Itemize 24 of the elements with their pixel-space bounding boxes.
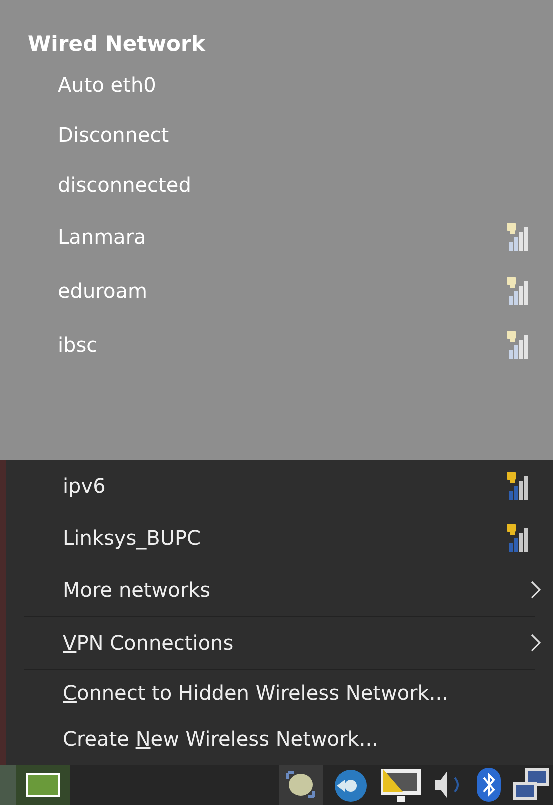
- chevron-right-icon: [531, 581, 541, 599]
- taskbar-edge: [0, 765, 16, 805]
- locked-signal-icon: [505, 276, 531, 306]
- network-item[interactable]: ipv6: [6, 460, 553, 512]
- locked-signal-icon: [505, 330, 531, 360]
- submenu-item[interactable]: VPN Connections: [6, 617, 553, 669]
- locked-signal-icon: [505, 471, 531, 501]
- locked-signal-icon: [505, 222, 531, 252]
- menu-item[interactable]: Create New Wireless Network...: [6, 716, 553, 762]
- network-item[interactable]: Linksys_BUPC: [6, 512, 553, 564]
- submenu-label: VPN Connections: [63, 630, 234, 657]
- menu-item-label: Connect to Hidden Wireless Network...: [63, 680, 448, 707]
- desktop-icon: [26, 773, 60, 797]
- desktop-button[interactable]: [16, 765, 70, 805]
- tray-button[interactable]: [279, 765, 323, 805]
- section-header: Wired Network: [28, 30, 206, 58]
- submenu-label: More networks: [63, 577, 211, 604]
- locked-signal-icon: [505, 523, 531, 553]
- menu-item-label: Create New Wireless Network...: [63, 726, 378, 753]
- bluetooth-icon[interactable]: [475, 767, 503, 803]
- monitor-icon[interactable]: [379, 766, 423, 804]
- chevron-right-icon: [531, 634, 541, 652]
- menu-item[interactable]: Connect to Hidden Wireless Network...: [6, 670, 553, 716]
- submenu-item[interactable]: More networks: [6, 564, 553, 616]
